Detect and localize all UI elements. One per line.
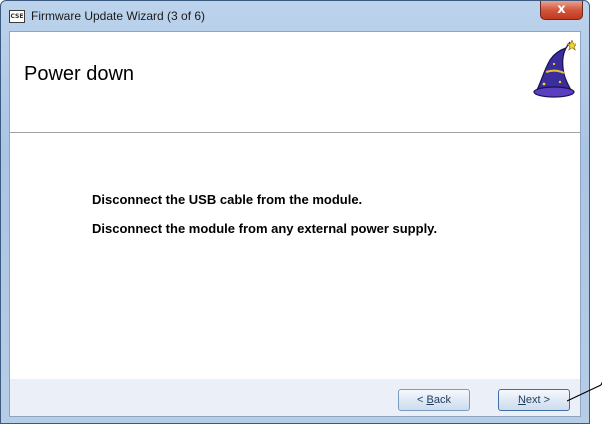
instruction-line: Disconnect the USB cable from the module… bbox=[92, 192, 363, 207]
next-button-label: ext > bbox=[525, 394, 551, 406]
desktop: CSE Firmware Update Wizard (3 of 6) x Po… bbox=[0, 0, 602, 432]
close-button[interactable]: x bbox=[540, 1, 583, 20]
title-bar[interactable]: CSE Firmware Update Wizard (3 of 6) x bbox=[1, 1, 589, 29]
next-button-accelerator: N bbox=[517, 394, 526, 406]
wizard-client-area: Power down Disconnect the USB cable from… bbox=[9, 31, 581, 417]
next-button[interactable]: Next > bbox=[498, 389, 570, 411]
wizard-window: CSE Firmware Update Wizard (3 of 6) x Po… bbox=[0, 0, 590, 424]
instructions: Disconnect the USB cable from the module… bbox=[92, 192, 437, 250]
back-button-label: ack bbox=[433, 394, 451, 406]
back-button[interactable]: < Back bbox=[398, 389, 470, 411]
wizard-header: Power down bbox=[10, 32, 580, 132]
wizard-hat-icon bbox=[533, 40, 576, 98]
instruction-line: Disconnect the module from any external … bbox=[92, 221, 438, 236]
back-button-accelerator: B bbox=[426, 394, 434, 406]
window-title: Firmware Update Wizard (3 of 6) bbox=[31, 9, 206, 23]
callout-line bbox=[567, 381, 602, 402]
app-icon: CSE bbox=[9, 10, 25, 23]
wizard-footer: < Back Next > bbox=[10, 379, 580, 416]
header-divider bbox=[10, 132, 580, 133]
page-title: Power down bbox=[24, 63, 135, 85]
back-button-prefix: < bbox=[417, 394, 427, 406]
